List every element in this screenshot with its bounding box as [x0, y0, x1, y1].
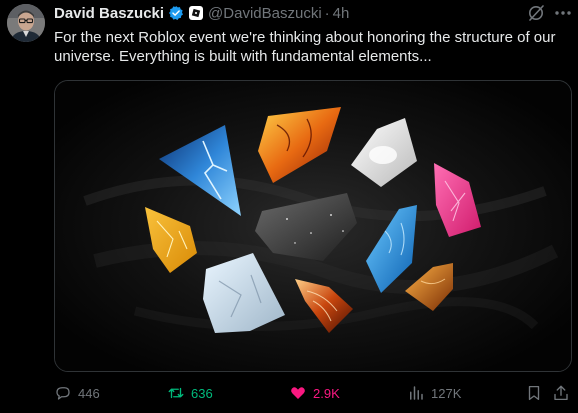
tweet-text: For the next Roblox event we're thinking…	[54, 29, 556, 65]
author-handle[interactable]: @DavidBaszucki	[208, 5, 322, 22]
views-icon	[410, 386, 423, 400]
elements-artwork	[55, 81, 571, 371]
repost-button[interactable]: 636	[167, 382, 213, 404]
views-count: 127K	[431, 385, 462, 401]
heart-icon	[291, 387, 305, 399]
tweet-actions-bar: 446 636 2.9K 127K	[54, 382, 574, 404]
grok-icon[interactable]	[527, 4, 545, 22]
views-button[interactable]: 127K	[407, 382, 461, 404]
reply-button[interactable]: 446	[54, 382, 100, 404]
reply-icon	[56, 387, 70, 400]
like-count: 2.9K	[313, 385, 340, 401]
avatar-image	[7, 4, 45, 42]
repost-icon	[168, 387, 184, 399]
reply-count: 446	[78, 385, 100, 401]
roblox-affiliate-icon[interactable]	[189, 6, 204, 20]
like-button[interactable]: 2.9K	[289, 382, 340, 404]
repost-count: 636	[191, 385, 213, 401]
share-icon	[554, 385, 568, 401]
verified-badge-icon	[168, 5, 184, 21]
more-icon[interactable]	[553, 3, 573, 23]
bookmark-button[interactable]	[525, 382, 549, 404]
avatar[interactable]	[7, 4, 45, 42]
tweet-header: David Baszucki @DavidBaszucki · 4h	[54, 4, 349, 22]
bookmark-icon	[528, 385, 540, 401]
header-separator: ·	[324, 4, 330, 22]
share-button[interactable]	[552, 382, 576, 404]
author-display-name[interactable]: David Baszucki	[54, 5, 164, 22]
tweet-timestamp[interactable]: 4h	[333, 5, 350, 22]
tweet-media-image[interactable]	[54, 80, 572, 372]
